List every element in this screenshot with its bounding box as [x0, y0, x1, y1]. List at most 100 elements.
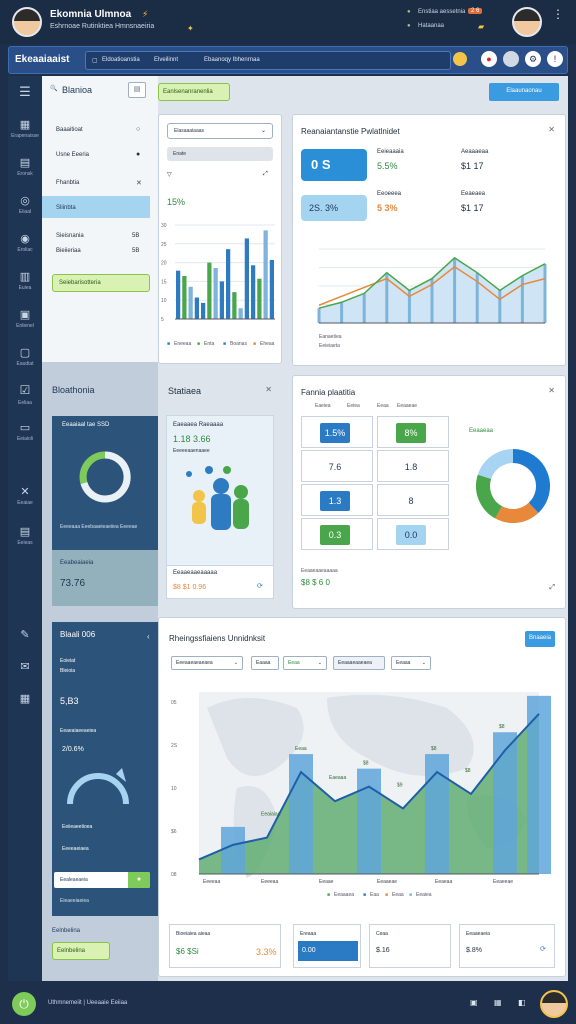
search-icon[interactable]: 🔍 — [50, 85, 57, 92]
kpi-tile-secondary[interactable]: 2S. 3% — [301, 195, 367, 221]
map-filter-4[interactable]: Eeaaaeaaeaea — [333, 656, 385, 670]
map-label: $8 — [363, 761, 369, 767]
search-field[interactable]: Enate — [167, 147, 273, 161]
target-icon[interactable]: ◎ — [8, 194, 42, 207]
menu-item-2[interactable]: Elveilinnt — [154, 57, 178, 63]
nav-item-label[interactable]: Usne Eeeria — [56, 152, 89, 158]
menu-item-1[interactable]: Eldoatioanstia — [102, 57, 140, 63]
tools-icon[interactable]: ✕ — [8, 485, 42, 498]
power-icon[interactable]: ⏻ — [12, 992, 36, 1016]
close-icon[interactable]: ✕ — [548, 386, 555, 395]
kpi-tile-primary[interactable]: 0 S — [301, 149, 367, 181]
notification-count[interactable]: 2 6 — [468, 8, 483, 14]
go-icon[interactable]: ● — [128, 872, 150, 888]
refresh-icon[interactable]: ⟳ — [257, 582, 263, 590]
monitor-icon[interactable]: ▭ — [8, 421, 42, 434]
kpi-card[interactable]: Bioeiaiea aieaa $6 $Si 3.3% — [169, 924, 281, 968]
document-icon[interactable]: ▣ — [8, 308, 42, 321]
toolbar-chip[interactable]: Eanlsenanranenlia — [158, 83, 230, 101]
plans-tab[interactable]: Eaeiea — [315, 403, 331, 409]
notes-icon[interactable]: ▦ — [8, 692, 42, 705]
metrics-sub-label: Bleioia — [60, 668, 76, 674]
user-icon[interactable] — [503, 51, 519, 67]
plan-cell[interactable]: 8% — [377, 416, 449, 448]
nav-action-button[interactable]: Seiebarisotteria — [52, 274, 150, 292]
people-panel: Eaeaaea Raeaaaa 1.18 3.66 Eeeeeaaenaaee — [166, 415, 274, 569]
plan-cell[interactable]: 1.8 — [377, 450, 449, 482]
plan-cell[interactable]: 0.0 — [377, 518, 449, 550]
more-vert-icon[interactable]: ⋮ — [552, 8, 564, 20]
clipboard-icon[interactable]: ▢ — [8, 346, 42, 359]
nav-bottom-button[interactable]: Eelnbelina — [52, 942, 110, 960]
mail-icon[interactable]: ✉ — [8, 660, 42, 673]
nav-item-label[interactable]: Sieisnania — [56, 233, 84, 239]
info-icon[interactable]: ! — [547, 51, 563, 67]
nav-item-radio[interactable]: ○ — [136, 126, 140, 133]
nav-item-label[interactable]: Sliinbta — [56, 205, 76, 211]
menu-item-3[interactable]: Ebaanoqy Ibhenrnaa — [204, 57, 260, 63]
alert-icon[interactable]: ● — [481, 51, 497, 67]
kpi-value: $.16 — [376, 947, 390, 954]
metrics-tab[interactable]: Eieaeeiaeiea — [60, 898, 89, 904]
profile-avatar[interactable] — [512, 7, 542, 37]
settings-icon[interactable]: ⚙ — [525, 51, 541, 67]
map-button[interactable]: Bnaaeia — [525, 631, 555, 647]
plan-cell[interactable]: 1.3 — [301, 484, 373, 516]
chevron-left-icon[interactable]: ‹ — [147, 632, 150, 641]
coin-icon[interactable] — [453, 52, 467, 66]
expand-icon[interactable]: ⤢ — [549, 584, 555, 592]
kpi-card[interactable]: Ereaaa 0.00 — [293, 924, 361, 968]
chart-icon[interactable]: ▥ — [8, 270, 42, 283]
category-dropdown[interactable]: Elasaaaiaaas ⌄ — [167, 123, 273, 139]
plans-tab[interactable]: Eeaa — [377, 403, 389, 409]
refresh-icon[interactable]: ⟳ — [540, 945, 546, 953]
chat-icon[interactable]: ▣ — [470, 998, 478, 1007]
kpi-right-value: $1 17 — [461, 161, 484, 171]
tools-icon[interactable]: ✕ — [136, 179, 142, 187]
nav-item-label[interactable]: Bieiieriaa — [56, 248, 81, 254]
plan-cell[interactable]: 7.6 — [301, 450, 373, 482]
sort-icon[interactable]: ▽ — [167, 171, 172, 178]
close-icon[interactable]: ✕ — [265, 385, 272, 394]
chevron-down-icon: ⌄ — [260, 128, 266, 134]
collapse-icon[interactable]: ▤ — [128, 82, 146, 98]
checkbox-icon[interactable]: ☑ — [8, 383, 42, 397]
close-icon[interactable]: ✕ — [548, 125, 555, 134]
metrics-value-1: 5,B3 — [60, 696, 79, 706]
map-filter-1[interactable]: Eeeaaeaeaeaea ⌄ — [171, 656, 243, 670]
donut-chart — [476, 449, 550, 523]
line-bar — [520, 275, 524, 323]
kpi-tile-primary-value: 0 S — [311, 157, 331, 172]
expand-icon[interactable]: ⤢ — [263, 171, 268, 178]
metrics-input[interactable]: Eealeaeaeia ● — [54, 872, 150, 888]
plans-foot-value: $8 $ 6 0 — [301, 578, 330, 587]
plans-tab[interactable]: Eeaaeae — [397, 403, 417, 409]
kpi-card[interactable]: Eeaaeaeia $.8% ⟳ — [459, 924, 555, 968]
share-icon[interactable]: ◧ — [518, 998, 526, 1007]
archive-icon[interactable]: ▤ — [8, 525, 42, 538]
nav-item-label[interactable]: Fhanbtia — [56, 180, 79, 186]
calendar-icon[interactable]: ▦ — [494, 998, 502, 1007]
footer-avatar[interactable] — [540, 990, 568, 1018]
plans-foot-label: Eeaaeaaeaaaaa — [301, 568, 338, 574]
wrench-icon[interactable]: ✎ — [8, 628, 42, 641]
menu-icon[interactable]: ▢ — [92, 57, 98, 64]
grid-icon[interactable]: ▦ — [8, 118, 42, 131]
map-filter-2[interactable]: Eaaaa — [251, 656, 279, 670]
globe-icon[interactable]: ◉ — [8, 232, 42, 245]
plan-cell[interactable]: 1.5% — [301, 416, 373, 448]
folder-icon[interactable]: ▤ — [8, 156, 42, 169]
map-filter-3[interactable]: Eeaa ⌄ — [283, 656, 327, 670]
bar — [182, 276, 187, 319]
plan-cell[interactable]: 8 — [377, 484, 449, 516]
map-filter-5[interactable]: Eeaaa ⌄ — [391, 656, 431, 670]
toolbar-right-button[interactable]: Elaaunaonau — [489, 83, 559, 101]
kpi-card[interactable]: Ceaa $.16 — [369, 924, 451, 968]
nav-item-radio[interactable]: ● — [136, 151, 140, 158]
bar — [213, 267, 218, 319]
nav-item-label[interactable]: Baaaitioat — [56, 127, 83, 133]
plans-tab[interactable]: Eeiea — [347, 403, 360, 409]
user-avatar[interactable] — [12, 7, 42, 37]
hamburger-icon[interactable]: ☰ — [8, 84, 42, 100]
plan-cell[interactable]: 0.3 — [301, 518, 373, 550]
